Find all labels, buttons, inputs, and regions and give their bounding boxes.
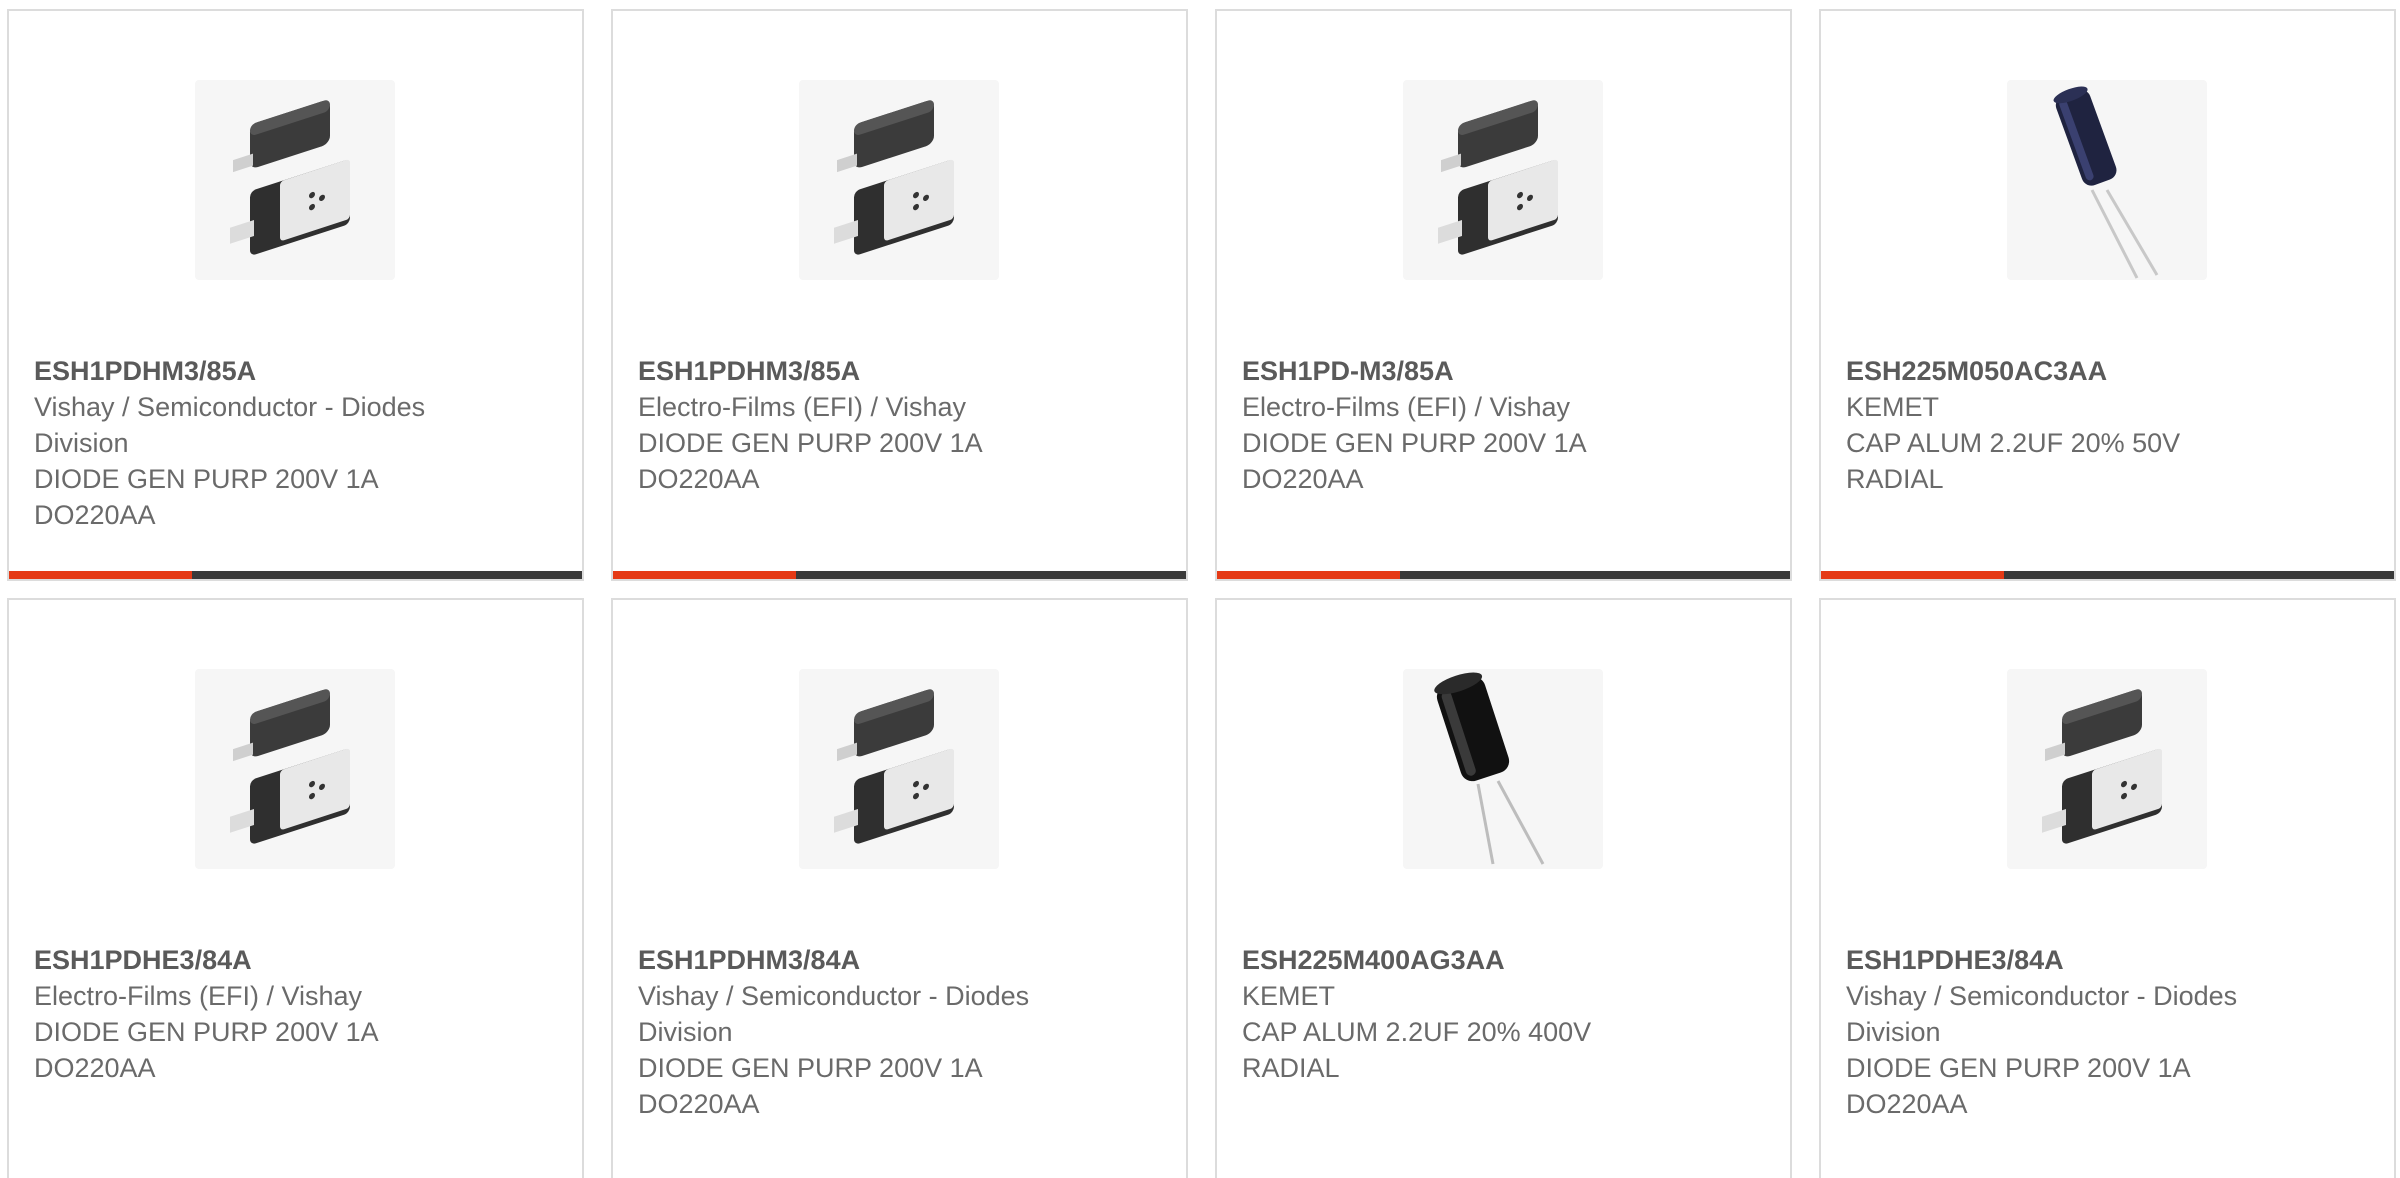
product-card[interactable]: ESH1PDHM3/85A Electro-Films (EFI) / Vish…: [611, 9, 1188, 581]
part-number[interactable]: ESH1PD-M3/85A: [1242, 353, 1742, 389]
description-line: DO220AA: [34, 1053, 156, 1083]
manufacturer-line: Electro-Films (EFI) / Vishay: [638, 392, 967, 422]
manufacturer-line: Electro-Films (EFI) / Vishay: [1242, 392, 1571, 422]
description-line: DO220AA: [1242, 464, 1364, 494]
product-info: ESH1PDHM3/85A Electro-Films (EFI) / Vish…: [638, 353, 1138, 497]
description-line: DIODE GEN PURP 200V 1A: [638, 428, 983, 458]
description-line: DIODE GEN PURP 200V 1A: [34, 464, 379, 494]
product-card[interactable]: ESH1PDHE3/84A Electro-Films (EFI) / Vish…: [7, 598, 584, 1178]
progress-fill: [613, 571, 797, 579]
product-info: ESH225M050AC3AA KEMET CAP ALUM 2.2UF 20%…: [1846, 353, 2346, 497]
part-number[interactable]: ESH1PDHM3/85A: [638, 353, 1138, 389]
progress-bar: [613, 571, 1186, 579]
radial-capacitor-image: [2007, 80, 2207, 280]
description-line: DO220AA: [638, 1089, 760, 1119]
description-line: DIODE GEN PURP 200V 1A: [34, 1017, 379, 1047]
part-number[interactable]: ESH1PDHE3/84A: [34, 942, 534, 978]
progress-fill: [1821, 571, 2005, 579]
product-info: ESH1PD-M3/85A Electro-Films (EFI) / Vish…: [1242, 353, 1742, 497]
product-card[interactable]: ESH225M050AC3AA KEMET CAP ALUM 2.2UF 20%…: [1819, 9, 2396, 581]
description-line: DO220AA: [1846, 1089, 1968, 1119]
part-number[interactable]: ESH1PDHE3/84A: [1846, 942, 2346, 978]
manufacturer-line: Electro-Films (EFI) / Vishay: [34, 981, 363, 1011]
product-card[interactable]: ESH1PD-M3/85A Electro-Films (EFI) / Vish…: [1215, 9, 1792, 581]
manufacturer-line: Vishay / Semiconductor - Diodes: [1846, 981, 2238, 1011]
part-number[interactable]: ESH225M050AC3AA: [1846, 353, 2346, 389]
diode-smd-package-image: [195, 669, 395, 869]
progress-fill: [9, 571, 193, 579]
radial-capacitor-black-image: [1403, 669, 1603, 869]
progress-bar: [1217, 571, 1790, 579]
description-line: CAP ALUM 2.2UF 20% 50V: [1846, 428, 2181, 458]
diode-smd-package-image: [799, 80, 999, 280]
progress-fill: [1217, 571, 1401, 579]
product-grid: ESH1PDHM3/85A Vishay / Semiconductor - D…: [0, 0, 2400, 1178]
diode-smd-package-image: [2007, 669, 2207, 869]
part-number[interactable]: ESH225M400AG3AA: [1242, 942, 1742, 978]
part-number[interactable]: ESH1PDHM3/85A: [34, 353, 534, 389]
manufacturer-line: KEMET: [1242, 981, 1336, 1011]
manufacturer-line: Vishay / Semiconductor - Diodes: [34, 392, 426, 422]
diode-smd-package-image: [1403, 80, 1603, 280]
description-line: CAP ALUM 2.2UF 20% 400V: [1242, 1017, 1592, 1047]
manufacturer-line: Vishay / Semiconductor - Diodes: [638, 981, 1030, 1011]
part-number[interactable]: ESH1PDHM3/84A: [638, 942, 1138, 978]
description-line: DO220AA: [34, 500, 156, 530]
product-card[interactable]: ESH1PDHM3/85A Vishay / Semiconductor - D…: [7, 9, 584, 581]
product-info: ESH1PDHE3/84A Vishay / Semiconductor - D…: [1846, 942, 2346, 1122]
manufacturer-line: Division: [34, 428, 129, 458]
product-card[interactable]: ESH1PDHM3/84A Vishay / Semiconductor - D…: [611, 598, 1188, 1178]
manufacturer-line: Division: [638, 1017, 733, 1047]
product-info: ESH1PDHE3/84A Electro-Films (EFI) / Vish…: [34, 942, 534, 1086]
product-card[interactable]: ESH225M400AG3AA KEMET CAP ALUM 2.2UF 20%…: [1215, 598, 1792, 1178]
product-card[interactable]: ESH1PDHE3/84A Vishay / Semiconductor - D…: [1819, 598, 2396, 1178]
diode-smd-package-image: [799, 669, 999, 869]
progress-bar: [9, 571, 582, 579]
manufacturer-line: Division: [1846, 1017, 1941, 1047]
manufacturer-line: KEMET: [1846, 392, 1940, 422]
diode-smd-package-image: [195, 80, 395, 280]
description-line: RADIAL: [1846, 464, 1944, 494]
description-line: DIODE GEN PURP 200V 1A: [1242, 428, 1587, 458]
description-line: RADIAL: [1242, 1053, 1340, 1083]
description-line: DIODE GEN PURP 200V 1A: [1846, 1053, 2191, 1083]
product-info: ESH1PDHM3/84A Vishay / Semiconductor - D…: [638, 942, 1138, 1122]
product-info: ESH1PDHM3/85A Vishay / Semiconductor - D…: [34, 353, 534, 533]
description-line: DIODE GEN PURP 200V 1A: [638, 1053, 983, 1083]
description-line: DO220AA: [638, 464, 760, 494]
progress-bar: [1821, 571, 2394, 579]
product-info: ESH225M400AG3AA KEMET CAP ALUM 2.2UF 20%…: [1242, 942, 1742, 1086]
